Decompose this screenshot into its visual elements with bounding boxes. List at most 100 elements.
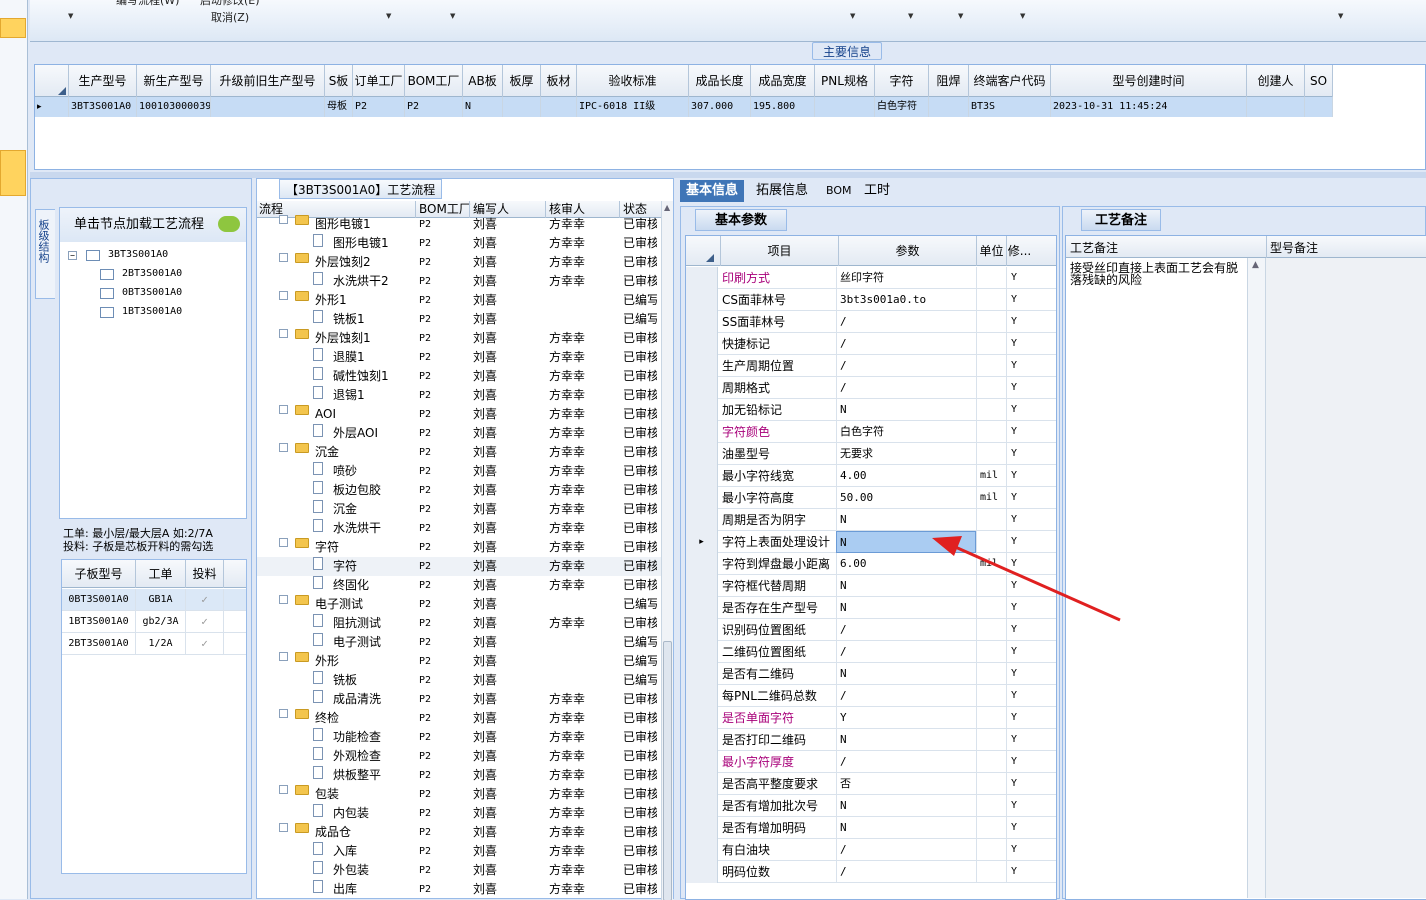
table-row[interactable]: − 外形 P2 刘喜 已编写 xyxy=(257,652,661,671)
table-row[interactable]: − 外层蚀刻2 P2 刘喜 方幸幸 已审核 xyxy=(257,253,661,272)
tab-basic-info[interactable]: 基本信息 xyxy=(680,180,745,202)
table-row[interactable]: ▸3BT3S001A010010300003988母板P2P2NIPC-6018… xyxy=(35,97,1333,117)
table-row[interactable]: − AOI P2 刘喜 方幸幸 已审核 xyxy=(257,405,661,424)
table-row[interactable]: 内包装 P2 刘喜 方幸幸 已审核 xyxy=(257,804,661,823)
column-header[interactable]: S板 xyxy=(325,65,353,97)
column-header[interactable]: 工单 xyxy=(136,560,186,588)
row-indicator[interactable] xyxy=(686,597,718,619)
table-cell[interactable] xyxy=(211,97,325,117)
collapse-icon[interactable]: − xyxy=(279,253,288,262)
table-row[interactable]: 入库 P2 刘喜 方幸幸 已审核 xyxy=(257,842,661,861)
feed-checkbox[interactable]: ✓ xyxy=(186,589,224,611)
column-header[interactable]: 生产型号 xyxy=(69,65,137,97)
table-row[interactable]: 烘板整平 P2 刘喜 方幸幸 已审核 xyxy=(257,766,661,785)
collapse-icon[interactable]: − xyxy=(279,785,288,794)
param-row[interactable]: 是否有增加批次号 N Y xyxy=(686,795,1056,817)
table-cell[interactable]: 0BT3S001A0 xyxy=(62,589,136,611)
table-row[interactable]: 功能检查 P2 刘喜 方幸幸 已审核 xyxy=(257,728,661,747)
param-value[interactable]: / xyxy=(836,751,976,773)
row-indicator[interactable] xyxy=(686,707,718,729)
column-header[interactable]: 订单工厂 xyxy=(353,65,405,97)
param-value[interactable]: 丝印字符 xyxy=(836,267,976,289)
table-cell[interactable]: BT3S xyxy=(969,97,1051,117)
collapse-icon[interactable]: − xyxy=(279,595,288,604)
row-indicator[interactable] xyxy=(686,509,718,531)
param-row[interactable]: 是否高平整度要求 否 Y xyxy=(686,773,1056,795)
row-indicator[interactable] xyxy=(686,729,718,751)
param-row[interactable]: 有白油块 / Y xyxy=(686,839,1056,861)
row-indicator[interactable]: ▸ xyxy=(35,97,69,117)
table-row[interactable]: 沉金 P2 刘喜 方幸幸 已审核 xyxy=(257,500,661,519)
row-indicator[interactable] xyxy=(686,817,718,839)
table-row[interactable]: 板边包胶 P2 刘喜 方幸幸 已审核 xyxy=(257,481,661,500)
table-row[interactable]: 碱性蚀刻1 P2 刘喜 方幸幸 已审核 xyxy=(257,367,661,386)
column-header[interactable]: 创建人 xyxy=(1247,65,1305,97)
dropdown-arrow-icon[interactable]: ▼ xyxy=(386,12,391,20)
table-row[interactable]: 电子测试 P2 刘喜 已编写 xyxy=(257,633,661,652)
param-row[interactable]: 印刷方式 丝印字符 Y xyxy=(686,267,1056,289)
param-row[interactable]: 每PNL二维码总数 / Y xyxy=(686,685,1056,707)
feed-checkbox[interactable]: ✓ xyxy=(186,611,224,633)
param-value[interactable]: / xyxy=(836,685,976,707)
table-row[interactable]: 0BT3S001A0 GB1A ✓ xyxy=(62,589,246,611)
row-indicator[interactable] xyxy=(686,751,718,773)
row-indicator[interactable] xyxy=(686,289,718,311)
table-row[interactable]: 2BT3S001A0 1/2A ✓ xyxy=(62,633,246,655)
row-indicator[interactable] xyxy=(686,355,718,377)
tab-basic-params[interactable]: 基本参数 xyxy=(695,209,787,231)
collapse-icon[interactable]: − xyxy=(279,709,288,718)
dropdown-arrow-icon[interactable]: ▼ xyxy=(450,12,455,20)
table-cell[interactable] xyxy=(815,97,875,117)
param-row[interactable]: 是否有增加明码 N Y xyxy=(686,817,1056,839)
row-indicator[interactable] xyxy=(686,795,718,817)
param-value[interactable]: 白色字符 xyxy=(836,421,976,443)
table-cell[interactable]: 10010300003988 xyxy=(137,97,211,117)
row-indicator[interactable] xyxy=(686,311,718,333)
table-cell[interactable]: 2023-10-31 11:45:24 xyxy=(1051,97,1247,117)
table-cell[interactable] xyxy=(503,97,541,117)
table-row[interactable]: − 沉金 P2 刘喜 方幸幸 已审核 xyxy=(257,443,661,462)
note-scrollbar[interactable]: ▲ xyxy=(1248,258,1266,898)
param-row[interactable]: 明码位数 / Y xyxy=(686,861,1056,883)
scrollbar-thumb[interactable] xyxy=(663,641,672,900)
table-row[interactable]: 铣板1 P2 刘喜 已编写 xyxy=(257,310,661,329)
param-value[interactable]: N xyxy=(836,663,976,685)
menu-cancel[interactable]: 取消(Z) xyxy=(211,9,249,25)
row-indicator[interactable] xyxy=(686,641,718,663)
collapse-icon[interactable]: − xyxy=(279,538,288,547)
param-value[interactable]: N xyxy=(836,729,976,751)
table-cell[interactable]: N xyxy=(463,97,503,117)
row-indicator[interactable] xyxy=(686,465,718,487)
param-value[interactable]: N xyxy=(836,509,976,531)
row-indicator[interactable] xyxy=(686,553,718,575)
table-row[interactable]: − 外形1 P2 刘喜 已编写 xyxy=(257,291,661,310)
collapse-icon[interactable]: − xyxy=(279,823,288,832)
param-value[interactable]: / xyxy=(836,377,976,399)
table-cell[interactable]: gb2/3A xyxy=(136,611,186,633)
nav-strip-item[interactable] xyxy=(0,150,26,196)
column-header[interactable]: 单位 xyxy=(976,236,1006,266)
column-header[interactable]: 成品长度 xyxy=(689,65,751,97)
table-cell[interactable] xyxy=(541,97,577,117)
table-row[interactable]: 退膜1 P2 刘喜 方幸幸 已审核 xyxy=(257,348,661,367)
row-indicator[interactable] xyxy=(686,267,718,289)
table-row[interactable]: 成品清洗 P2 刘喜 方幸幸 已审核 xyxy=(257,690,661,709)
chevron-up-icon[interactable]: ▲ xyxy=(1252,260,1259,270)
table-row[interactable]: 终固化 P2 刘喜 方幸幸 已审核 xyxy=(257,576,661,595)
column-header[interactable]: 验收标准 xyxy=(577,65,689,97)
param-row[interactable]: 周期是否为阴字 N Y xyxy=(686,509,1056,531)
table-cell[interactable]: 1/2A xyxy=(136,633,186,655)
dropdown-arrow-icon[interactable]: ▼ xyxy=(850,12,855,20)
column-header[interactable]: 终端客户代码 xyxy=(969,65,1051,97)
row-indicator[interactable] xyxy=(686,685,718,707)
menu-start-modify[interactable]: 启动修改(E) xyxy=(200,0,260,8)
table-row[interactable]: 1BT3S001A0 gb2/3A ✓ xyxy=(62,611,246,633)
table-row[interactable]: 喷砂 P2 刘喜 方幸幸 已审核 xyxy=(257,462,661,481)
table-row[interactable]: 铣板 P2 刘喜 已编写 xyxy=(257,671,661,690)
column-header[interactable]: 型号创建时间 xyxy=(1051,65,1247,97)
table-row[interactable]: 字符 P2 刘喜 方幸幸 已审核 xyxy=(257,557,661,576)
table-cell[interactable]: 母板 xyxy=(325,97,353,117)
table-row[interactable]: − 成品仓 P2 刘喜 方幸幸 已审核 xyxy=(257,823,661,842)
table-row[interactable]: 水洗烘干2 P2 刘喜 方幸幸 已审核 xyxy=(257,272,661,291)
menu-write-process[interactable]: 编写流程(W) xyxy=(116,0,179,8)
